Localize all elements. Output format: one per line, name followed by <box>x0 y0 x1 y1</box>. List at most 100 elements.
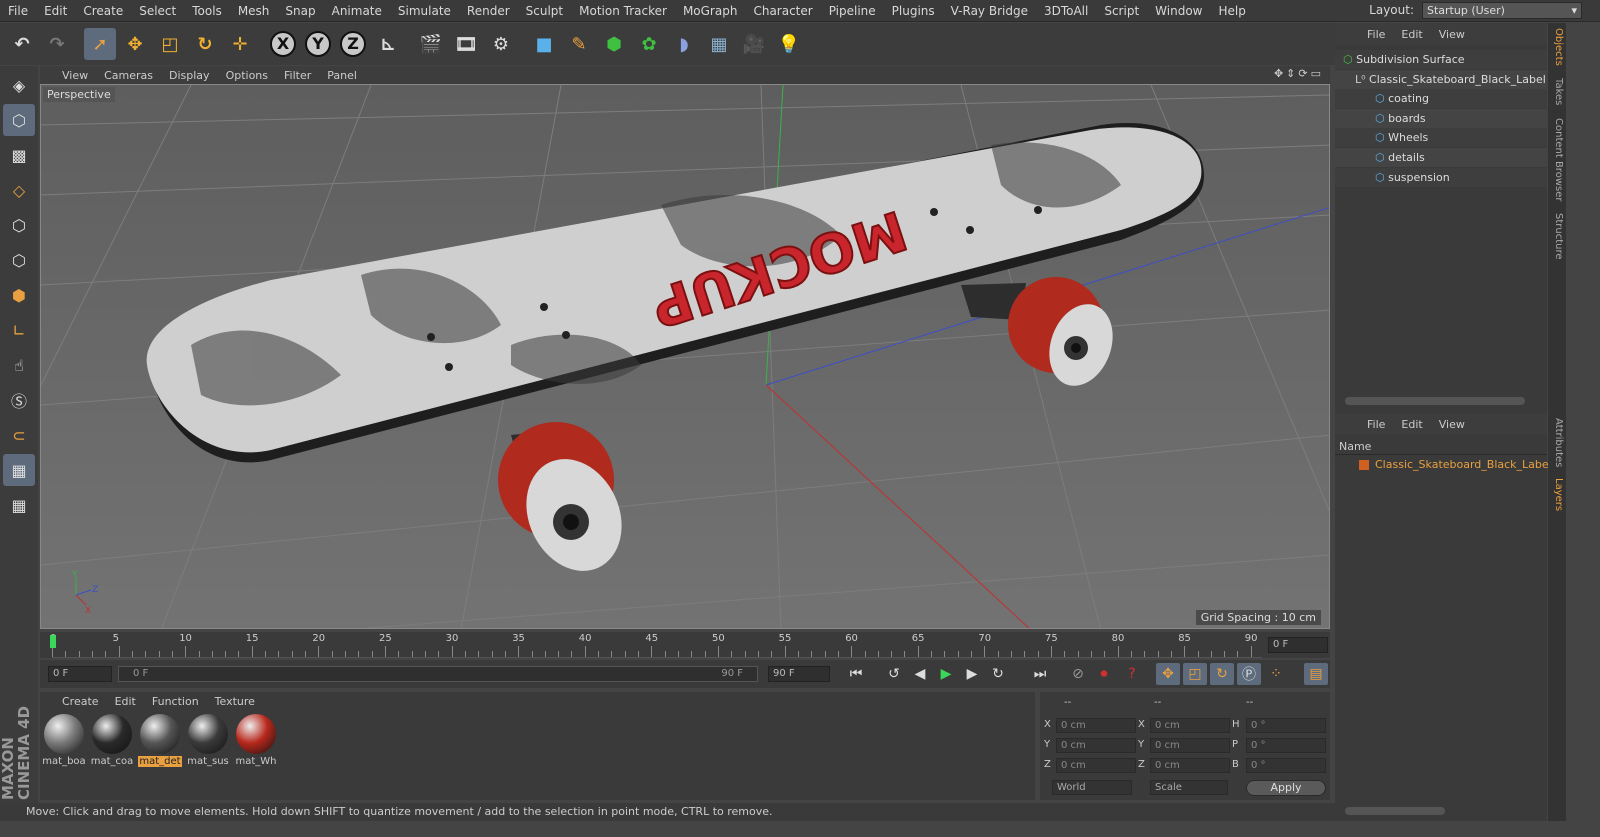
solo-mode-icon[interactable]: Ⓢ <box>3 384 35 416</box>
dock-tab-attributes[interactable]: Attributes <box>1550 418 1564 467</box>
motion-record-icon[interactable]: ⊘ <box>1066 663 1090 685</box>
menu-help[interactable]: Help <box>1210 0 1253 22</box>
key-rotation-icon[interactable]: ↻ <box>1210 663 1234 685</box>
render-picture-viewer-icon[interactable]: 🎞 <box>450 28 482 60</box>
material-swatch[interactable]: mat_Wh <box>234 714 278 772</box>
object-tree-item[interactable]: ⬡ coating <box>1335 89 1547 109</box>
menu-animate[interactable]: Animate <box>324 0 390 22</box>
deformer-icon[interactable]: ◗ <box>668 28 700 60</box>
lock-workplane-icon[interactable]: ▦ <box>3 454 35 486</box>
cloner-icon[interactable]: ✿ <box>633 28 665 60</box>
viewport-menu-options[interactable]: Options <box>218 69 276 82</box>
next-key-icon[interactable]: ↻ <box>986 663 1010 685</box>
object-tree-item[interactable]: ⬡ suspension <box>1335 167 1547 187</box>
frame-range-slider[interactable]: 0 F 90 F <box>118 666 758 682</box>
pen-spline-icon[interactable]: ✎ <box>563 28 595 60</box>
make-editable-icon[interactable]: ◈ <box>3 69 35 101</box>
snap-icon[interactable]: ⊂ <box>3 419 35 451</box>
key-scale-icon[interactable]: ◰ <box>1183 663 1207 685</box>
material-swatch[interactable]: mat_sus <box>186 714 230 772</box>
menu-sculpt[interactable]: Sculpt <box>518 0 571 22</box>
move-tool-icon[interactable]: ✥ <box>119 28 151 60</box>
menu-pipeline[interactable]: Pipeline <box>821 0 884 22</box>
size-mode-dropdown[interactable]: Scale <box>1150 780 1228 795</box>
viewport-menu-view[interactable]: View <box>54 69 96 82</box>
workplane-icon[interactable]: ◇ <box>3 174 35 206</box>
object-tree-item[interactable]: ⬡ boards <box>1335 108 1547 128</box>
coord-value-field[interactable]: 0 cm <box>1150 718 1230 733</box>
undo-icon[interactable]: ↶ <box>6 28 38 60</box>
menu-file[interactable]: File <box>0 0 36 22</box>
tweak-mode-icon[interactable]: ☝ <box>3 349 35 381</box>
material-swatch[interactable]: mat_boa <box>42 714 86 772</box>
timeline-playhead[interactable] <box>50 635 56 648</box>
subdivision-generator-icon[interactable]: ⬢ <box>598 28 630 60</box>
material-menu-create[interactable]: Create <box>54 695 107 708</box>
model-mode-icon[interactable]: ⬡ <box>3 104 35 136</box>
floor-icon[interactable]: ▦ <box>703 28 735 60</box>
start-frame-field[interactable]: 0 F <box>48 666 112 682</box>
layers-menu-edit[interactable]: Edit <box>1393 418 1430 431</box>
menu-motion-tracker[interactable]: Motion Tracker <box>571 0 675 22</box>
autokeying-icon[interactable]: ? <box>1120 663 1144 685</box>
next-frame-icon[interactable]: ▶ <box>960 663 984 685</box>
rotate-tool-icon[interactable]: ↻ <box>189 28 221 60</box>
apply-button[interactable]: Apply <box>1246 780 1326 796</box>
cube-primitive-icon[interactable]: ■ <box>528 28 560 60</box>
current-frame-field[interactable]: 0 F <box>1268 637 1328 653</box>
coord-value-field[interactable]: 0 cm <box>1150 758 1230 773</box>
menu-simulate[interactable]: Simulate <box>390 0 459 22</box>
record-active-objects-icon[interactable]: ⏺ <box>1092 663 1116 685</box>
x-axis-lock-button[interactable]: X <box>267 28 299 60</box>
timeline-ruler[interactable]: 051015202530354045505560657075808590 <box>50 632 1262 658</box>
end-frame-field[interactable]: 90 F <box>768 666 830 682</box>
menu-plugins[interactable]: Plugins <box>884 0 943 22</box>
menu-character[interactable]: Character <box>745 0 820 22</box>
layer-color-swatch[interactable] <box>1359 460 1369 470</box>
viewport-menu-cameras[interactable]: Cameras <box>96 69 161 82</box>
coord-value-field[interactable]: 0 ° <box>1246 758 1326 773</box>
go-to-start-icon[interactable]: ⏮ <box>844 663 868 685</box>
objects-menu-file[interactable]: File <box>1359 28 1393 41</box>
menu-mograph[interactable]: MoGraph <box>675 0 746 22</box>
menu-edit[interactable]: Edit <box>36 0 75 22</box>
material-menu-edit[interactable]: Edit <box>107 695 144 708</box>
previous-frame-icon[interactable]: ◀ <box>908 663 932 685</box>
viewport-menu-display[interactable]: Display <box>161 69 218 82</box>
layers-menu-view[interactable]: View <box>1431 418 1473 431</box>
object-tree-item[interactable]: ⬡ details <box>1335 148 1547 167</box>
viewport-menu-panel[interactable]: Panel <box>319 69 365 82</box>
light-icon[interactable]: 💡 <box>773 28 805 60</box>
menu-window[interactable]: Window <box>1147 0 1210 22</box>
menu-v-ray-bridge[interactable]: V-Ray Bridge <box>943 0 1036 22</box>
edges-mode-icon[interactable]: ⬡ <box>3 244 35 276</box>
dock-tab-takes[interactable]: Takes <box>1550 78 1564 105</box>
play-icon[interactable]: ▶ <box>934 663 958 685</box>
coordinate-system-dropdown[interactable]: World <box>1052 780 1132 795</box>
key-position-icon[interactable]: ✥ <box>1156 663 1180 685</box>
texture-mode-icon[interactable]: ▩ <box>3 139 35 171</box>
menu-mesh[interactable]: Mesh <box>230 0 278 22</box>
select-tool-icon[interactable]: ➚ <box>84 28 116 60</box>
camera-icon[interactable]: 🎥 <box>738 28 770 60</box>
coord-value-field[interactable]: 0 cm <box>1056 758 1136 773</box>
dock-tab-content-browser[interactable]: Content Browser <box>1550 118 1564 201</box>
coord-value-field[interactable]: 0 ° <box>1246 738 1326 753</box>
scale-tool-icon[interactable]: ◰ <box>154 28 186 60</box>
menu-tools[interactable]: Tools <box>184 0 230 22</box>
menu-snap[interactable]: Snap <box>277 0 323 22</box>
go-to-end-icon[interactable]: ⏭ <box>1028 663 1052 685</box>
y-axis-lock-button[interactable]: Y <box>302 28 334 60</box>
layout-dropdown[interactable]: Startup (User) <box>1422 2 1582 19</box>
coordinate-tool-icon[interactable]: ✛ <box>224 28 256 60</box>
material-menu-texture[interactable]: Texture <box>207 695 263 708</box>
layers-scrollbar[interactable] <box>1345 807 1445 815</box>
layers-menu-file[interactable]: File <box>1359 418 1393 431</box>
points-mode-icon[interactable]: ⬡ <box>3 209 35 241</box>
axis-mode-icon[interactable]: ∟ <box>3 314 35 346</box>
objects-menu-view[interactable]: View <box>1431 28 1473 41</box>
polygons-mode-icon[interactable]: ⬢ <box>3 279 35 311</box>
key-parameter-icon[interactable]: Ⓟ <box>1237 663 1261 685</box>
coord-value-field[interactable]: 0 cm <box>1056 718 1136 733</box>
dock-tab-structure[interactable]: Structure <box>1550 213 1564 260</box>
